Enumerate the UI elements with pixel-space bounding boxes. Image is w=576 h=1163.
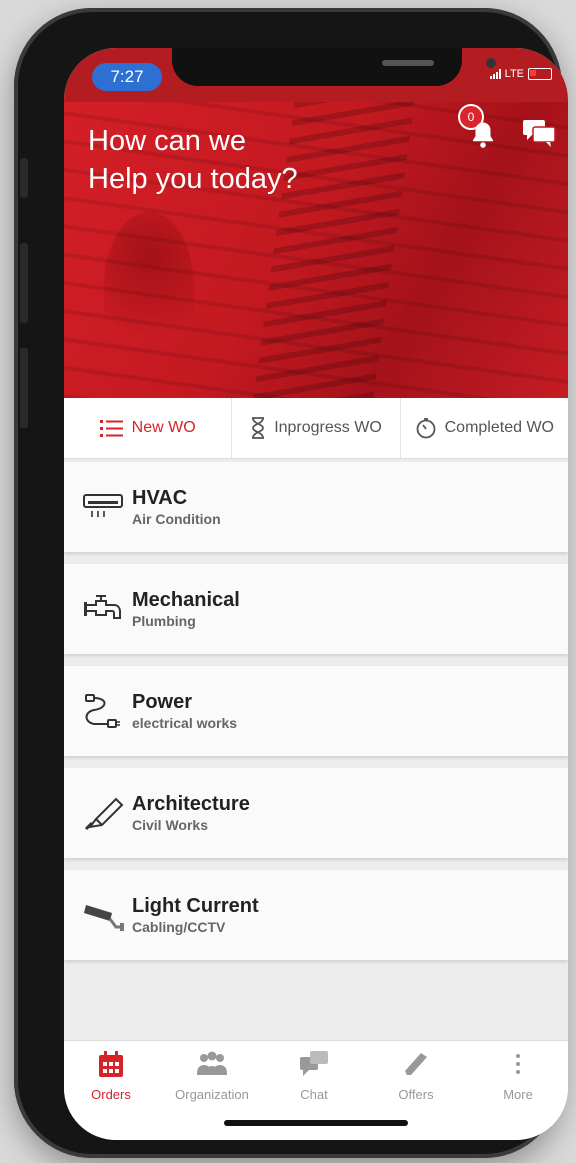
tabbar-offers-label: Offers bbox=[398, 1087, 434, 1102]
more-vertical-icon bbox=[516, 1054, 520, 1074]
signal-icon bbox=[489, 69, 501, 79]
list-item-subtitle: Cabling/CCTV bbox=[132, 919, 226, 935]
list-icon bbox=[99, 420, 123, 437]
calendar-icon bbox=[99, 1051, 123, 1077]
people-icon bbox=[197, 1051, 227, 1075]
status-indicators: LTE bbox=[489, 68, 552, 80]
air-conditioner-icon bbox=[83, 494, 123, 517]
list-item-title: Architecture bbox=[132, 793, 250, 815]
tab-completed-wo[interactable]: Completed WO bbox=[401, 398, 568, 458]
list-item-power[interactable]: Power electrical works bbox=[64, 666, 568, 756]
list-item-hvac[interactable]: HVAC Air Condition bbox=[64, 462, 568, 552]
app-screen: 7:27 LTE How can we Help you today? 0 Ne… bbox=[64, 48, 568, 1140]
trowel-icon bbox=[84, 797, 124, 831]
tabbar-more[interactable]: More bbox=[468, 1049, 568, 1102]
phone-frame: 7:27 LTE How can we Help you today? 0 Ne… bbox=[14, 8, 568, 1158]
list-item-subtitle: Air Condition bbox=[132, 511, 221, 527]
tabbar-chat-label: Chat bbox=[300, 1087, 328, 1102]
tabbar-more-label: More bbox=[503, 1087, 533, 1102]
volume-down-button bbox=[20, 348, 28, 428]
mute-switch bbox=[20, 158, 28, 198]
timer-icon bbox=[416, 418, 436, 439]
tabbar-chat[interactable]: Chat bbox=[264, 1049, 364, 1102]
tab-new-wo[interactable]: New WO bbox=[64, 398, 233, 458]
hourglass-icon bbox=[252, 417, 265, 439]
messages-icon[interactable] bbox=[522, 118, 556, 148]
list-item-subtitle: Plumbing bbox=[132, 613, 196, 629]
network-label: LTE bbox=[504, 68, 524, 80]
tab-completed-wo-label: Completed WO bbox=[444, 419, 554, 436]
category-list: HVAC Air Condition Mechanical Plumbing P… bbox=[64, 462, 568, 972]
list-item-title: Power bbox=[132, 691, 193, 713]
work-order-tabs: New WO Inprogress WO Completed WO bbox=[64, 398, 568, 459]
status-time: 7:27 bbox=[92, 63, 162, 91]
front-camera bbox=[486, 58, 496, 68]
notch bbox=[172, 48, 496, 86]
list-item-title: HVAC bbox=[132, 487, 188, 509]
bell-icon[interactable] bbox=[468, 120, 498, 150]
list-item-architecture[interactable]: Architecture Civil Works bbox=[64, 768, 568, 858]
status-bar: 7:27 LTE bbox=[64, 48, 568, 102]
list-item-subtitle: electrical works bbox=[132, 715, 238, 731]
tab-inprogress-wo-label: Inprogress WO bbox=[274, 419, 382, 436]
page-title: How can we Help you today? bbox=[88, 122, 388, 198]
chat-bubbles-icon bbox=[300, 1051, 328, 1076]
hero-background-figure bbox=[104, 212, 194, 362]
page-title-line1: How can we bbox=[88, 125, 246, 157]
faucet-icon bbox=[84, 595, 121, 619]
list-item-mechanical[interactable]: Mechanical Plumbing bbox=[64, 564, 568, 654]
tabbar-offers[interactable]: Offers bbox=[366, 1049, 466, 1102]
tabbar-organization-label: Organization bbox=[175, 1087, 249, 1102]
battery-icon bbox=[528, 68, 552, 80]
tabbar-orders-label: Orders bbox=[91, 1087, 131, 1102]
list-item-light-current[interactable]: Light Current Cabling/CCTV bbox=[64, 870, 568, 960]
plug-cable-icon bbox=[85, 694, 120, 728]
cctv-camera-icon bbox=[84, 905, 124, 931]
list-item-title: Light Current bbox=[132, 895, 259, 917]
speaker bbox=[382, 60, 434, 66]
home-indicator[interactable] bbox=[224, 1120, 408, 1126]
tab-inprogress-wo[interactable]: Inprogress WO bbox=[232, 398, 401, 458]
tabbar-organization[interactable]: Organization bbox=[162, 1049, 262, 1102]
list-item-subtitle: Civil Works bbox=[132, 817, 208, 833]
volume-up-button bbox=[20, 243, 28, 323]
page-title-line2: Help you today? bbox=[88, 163, 298, 195]
tag-icon bbox=[405, 1053, 427, 1075]
list-item-title: Mechanical bbox=[132, 589, 240, 611]
tab-new-wo-label: New WO bbox=[131, 419, 196, 436]
tabbar-orders[interactable]: Orders bbox=[64, 1049, 161, 1102]
